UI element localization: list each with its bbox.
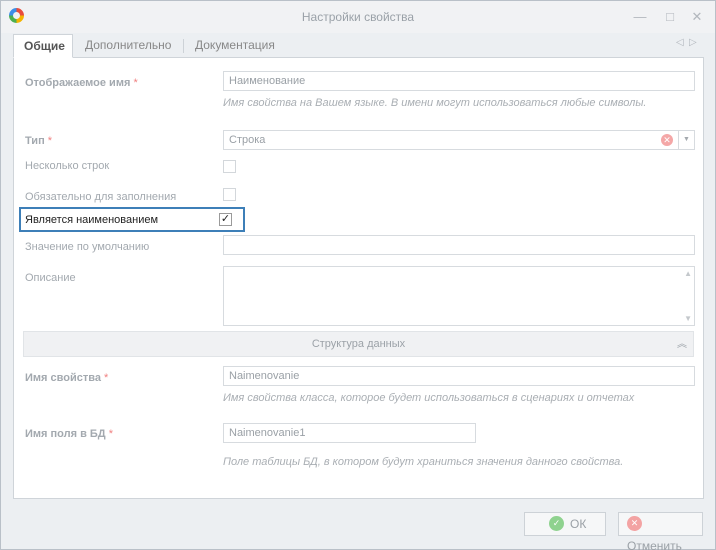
- is-name-label: Является наименованием: [25, 214, 159, 226]
- display-name-hint: Имя свойства на Вашем языке. В имени мог…: [223, 97, 647, 109]
- default-value-input[interactable]: [223, 235, 695, 255]
- property-name-hint: Имя свойства класса, которое будет испол…: [223, 392, 635, 404]
- multiline-checkbox[interactable]: [223, 160, 236, 173]
- general-tab-panel: Отображаемое имя * Наименование Имя свой…: [13, 58, 704, 499]
- required-label: Обязательно для заполнения: [25, 191, 177, 203]
- display-name-label: Отображаемое имя *: [25, 77, 138, 89]
- type-value: Строка: [229, 134, 266, 146]
- ok-label: ОК: [570, 517, 587, 531]
- display-name-input[interactable]: Наименование: [223, 71, 695, 91]
- data-structure-title: Структура данных: [311, 338, 406, 350]
- db-field-hint: Поле таблицы БД, в котором будут хранить…: [223, 456, 624, 468]
- cancel-button[interactable]: ✕ Отменить: [618, 512, 703, 550]
- db-field-label: Имя поля в БД *: [25, 428, 113, 440]
- property-settings-window: Настройки свойства — □ ✕ Общие Дополните…: [0, 0, 716, 550]
- ok-button[interactable]: ✓ ОК: [524, 512, 606, 536]
- minimize-icon[interactable]: —: [632, 9, 648, 25]
- type-combobox[interactable]: Строка ✕ ▼: [223, 130, 695, 150]
- description-textarea[interactable]: ▲ ▼: [223, 266, 695, 326]
- cancel-label: Отменить: [627, 539, 682, 550]
- tab-general[interactable]: Общие: [13, 34, 73, 58]
- required-checkbox[interactable]: [223, 188, 236, 201]
- cancel-circle-icon: ✕: [627, 516, 642, 532]
- tab-separator: [183, 39, 184, 53]
- db-field-input[interactable]: Naimenovanie1: [223, 423, 476, 443]
- default-value-label: Значение по умолчанию: [25, 241, 150, 253]
- scroll-up-icon[interactable]: ▲: [684, 269, 692, 278]
- tab-documentation[interactable]: Документация: [185, 34, 285, 58]
- tab-additional[interactable]: Дополнительно: [75, 34, 181, 58]
- collapse-icon[interactable]: ︽: [677, 332, 687, 357]
- maximize-icon[interactable]: □: [662, 9, 678, 25]
- tab-bar: Общие Дополнительно Документация ◁ ▷: [13, 34, 704, 58]
- property-name-input[interactable]: Naimenovanie: [223, 366, 695, 386]
- tab-scroll-left-icon[interactable]: ◁: [676, 37, 684, 48]
- description-label: Описание: [25, 272, 76, 284]
- title-bar: Настройки свойства — □ ✕: [1, 1, 715, 33]
- multiline-label: Несколько строк: [25, 160, 110, 172]
- is-name-highlight: Является наименованием ✓: [19, 207, 245, 232]
- close-icon[interactable]: ✕: [689, 9, 705, 25]
- type-label: Тип *: [25, 135, 53, 147]
- scroll-down-icon[interactable]: ▼: [684, 314, 692, 323]
- is-name-checkbox[interactable]: ✓: [219, 213, 232, 226]
- data-structure-section-header[interactable]: Структура данных ︽: [23, 331, 694, 357]
- check-circle-icon: ✓: [549, 516, 564, 532]
- window-title: Настройки свойства: [301, 10, 415, 24]
- clear-icon[interactable]: ✕: [661, 134, 673, 146]
- tab-scroll-right-icon[interactable]: ▷: [689, 37, 697, 48]
- property-name-label: Имя свойства *: [25, 372, 109, 384]
- chevron-down-icon[interactable]: ▼: [678, 131, 694, 149]
